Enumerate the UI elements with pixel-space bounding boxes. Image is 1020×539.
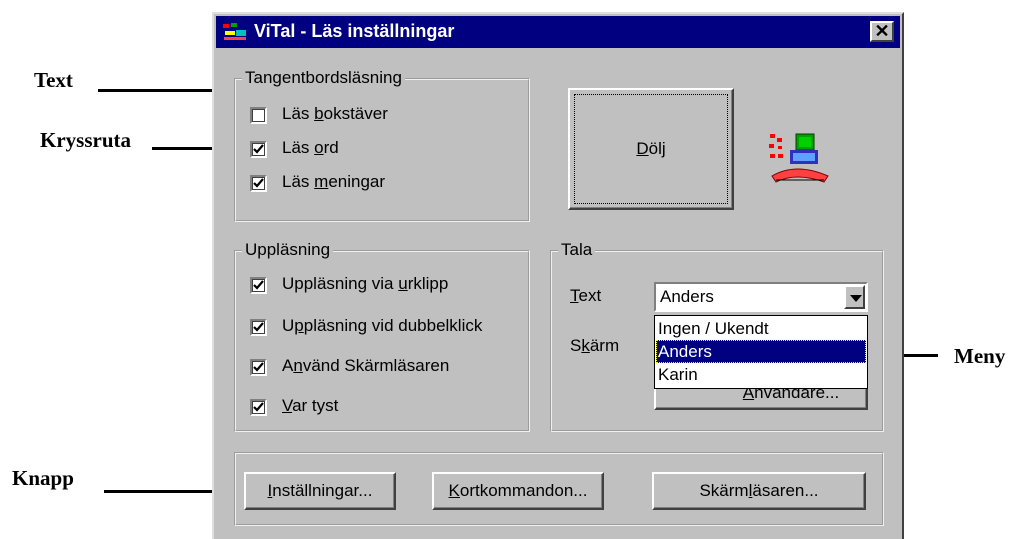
chevron-down-icon[interactable] bbox=[844, 285, 865, 309]
bottom-button-group: Inställningar... Kortkommandon... Skärml… bbox=[234, 452, 884, 526]
text-voice-value: Anders bbox=[660, 287, 714, 306]
text-voice-label: Text bbox=[570, 286, 602, 305]
checkmark-icon bbox=[253, 178, 264, 188]
checkbox-label: Läs bokstäver bbox=[282, 104, 388, 123]
shortcuts-button-label: Kortkommandon... bbox=[448, 481, 588, 500]
settings-button-label: Inställningar... bbox=[267, 481, 373, 500]
checkbox-label: Läs ord bbox=[282, 138, 339, 157]
dropdown-option[interactable]: Karin bbox=[656, 363, 866, 386]
callout-text: Text bbox=[34, 68, 73, 92]
screen-voice-label: Skärm bbox=[570, 336, 620, 355]
hide-button-label: Dölj bbox=[636, 139, 666, 158]
speak-group: Tala Text Skärm Anders Användare... Inge… bbox=[550, 240, 884, 432]
checkmark-icon bbox=[253, 144, 264, 154]
reading-group: Uppläsning Uppläsning via urklipp Uppläs… bbox=[234, 240, 530, 432]
dropdown-option-selected[interactable]: Anders bbox=[656, 340, 866, 363]
dialog-window: ViTal - Läs inställningar ✕ Tangentbords… bbox=[212, 12, 904, 539]
text-voice-combobox[interactable]: Anders bbox=[654, 282, 868, 312]
screenreader-button[interactable]: Skärmläsaren... bbox=[652, 472, 866, 510]
checkbox-label: Använd Skärmläsaren bbox=[282, 356, 450, 375]
checkbox-label: Läs meningar bbox=[282, 172, 386, 191]
reading-legend: Uppläsning bbox=[242, 240, 334, 260]
callout-checkbox: Kryssruta bbox=[40, 128, 131, 152]
checkbox-label: Uppläsning vid dubbelklick bbox=[282, 316, 483, 335]
dropdown-option[interactable]: Ingen / Ukendt bbox=[656, 317, 866, 340]
checkmark-icon bbox=[253, 322, 264, 332]
keyboard-reading-legend: Tangentbordsläsning bbox=[242, 68, 405, 88]
title-bar[interactable]: ViTal - Läs inställningar ✕ bbox=[216, 16, 900, 48]
screenreader-button-label: Skärmläsaren... bbox=[699, 481, 819, 500]
checkbox-box[interactable] bbox=[250, 107, 267, 124]
close-button[interactable]: ✕ bbox=[870, 21, 894, 42]
checkmark-icon bbox=[253, 362, 264, 372]
callout-button: Knapp bbox=[12, 466, 74, 490]
keyboard-reading-group: Tangentbordsläsning Läs bokstäver Läs or… bbox=[234, 68, 530, 222]
close-icon: ✕ bbox=[874, 21, 890, 41]
checkbox-box[interactable] bbox=[250, 175, 267, 192]
callout-menu: Meny bbox=[954, 344, 1006, 368]
settings-button[interactable]: Inställningar... bbox=[244, 472, 396, 510]
checkmark-icon bbox=[253, 280, 264, 290]
checkmark-icon bbox=[253, 402, 264, 412]
arrow-text bbox=[98, 89, 214, 92]
speak-legend: Tala bbox=[558, 240, 596, 260]
shortcuts-button[interactable]: Kortkommandon... bbox=[432, 472, 604, 510]
voice-dropdown-list: Ingen / Ukendt Anders Karin bbox=[654, 315, 868, 389]
mascot-icon bbox=[769, 133, 829, 183]
hide-button[interactable]: Dölj bbox=[568, 88, 734, 210]
checkbox-label: Uppläsning via urklipp bbox=[282, 274, 449, 293]
app-icon bbox=[223, 23, 246, 40]
checkbox-box[interactable] bbox=[250, 399, 267, 416]
checkbox-box[interactable] bbox=[250, 359, 267, 376]
checkbox-label: Var tyst bbox=[282, 396, 339, 415]
window-title: ViTal - Läs inställningar bbox=[254, 21, 455, 41]
arrow-button bbox=[104, 490, 218, 493]
checkbox-box[interactable] bbox=[250, 277, 267, 294]
arrow-checkbox bbox=[152, 147, 216, 150]
checkbox-box[interactable] bbox=[250, 141, 267, 158]
checkbox-box[interactable] bbox=[250, 319, 267, 336]
